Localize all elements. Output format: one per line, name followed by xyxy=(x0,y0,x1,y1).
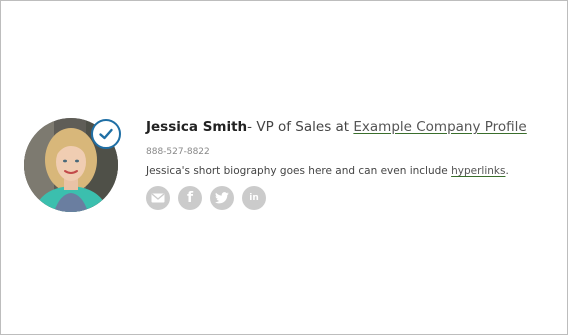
social-links: f in xyxy=(146,186,527,210)
twitter-button[interactable] xyxy=(210,186,234,210)
profile-info: Jessica Smith- VP of Sales at Example Co… xyxy=(146,118,527,210)
profile-title: - VP of Sales at xyxy=(247,119,354,135)
facebook-icon: f xyxy=(186,190,194,206)
page-frame: Jessica Smith- VP of Sales at Example Co… xyxy=(0,0,568,335)
linkedin-button[interactable]: in xyxy=(242,186,266,210)
bio-end: . xyxy=(505,165,509,177)
checkmark-icon xyxy=(99,128,113,140)
verified-badge xyxy=(91,119,121,149)
email-button[interactable] xyxy=(146,186,170,210)
bio-text: Jessica's short biography goes here and … xyxy=(146,165,452,177)
linkedin-icon: in xyxy=(249,193,259,203)
facebook-button[interactable]: f xyxy=(178,186,202,210)
profile-headline: Jessica Smith- VP of Sales at Example Co… xyxy=(146,118,527,136)
profile-name: Jessica Smith xyxy=(146,119,248,135)
bio-hyperlink[interactable]: hyperlinks xyxy=(451,165,505,177)
email-icon xyxy=(151,193,165,203)
twitter-icon xyxy=(215,192,229,204)
biography: Jessica's short biography goes here and … xyxy=(146,164,527,178)
avatar-container xyxy=(24,118,121,214)
company-profile-link[interactable]: Example Company Profile xyxy=(353,119,526,135)
phone-number: 888-527-8822 xyxy=(146,147,210,157)
profile-card: Jessica Smith- VP of Sales at Example Co… xyxy=(24,118,527,214)
